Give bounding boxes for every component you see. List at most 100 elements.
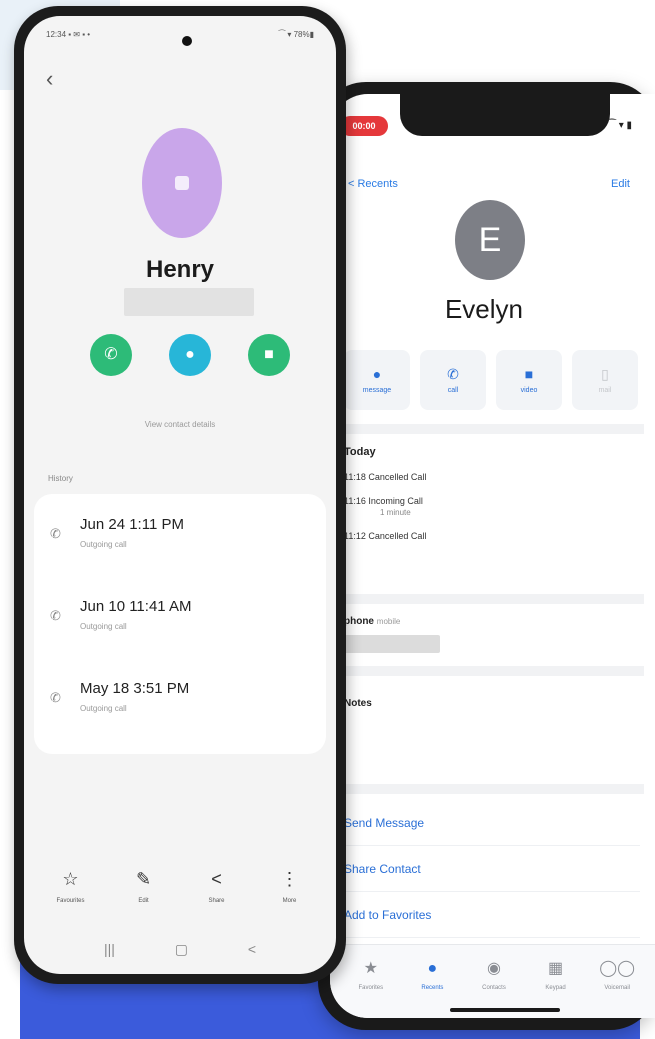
video-button[interactable]: ■ video [496,350,562,410]
avatar-glyph-icon [175,176,189,190]
outgoing-call-icon: ✆ [50,690,61,705]
video-call-button[interactable]: ■ [248,334,290,376]
video-icon: ■ [264,346,274,363]
video-label: video [520,386,538,394]
call-label: call [447,386,459,394]
section-divider [344,594,644,604]
add-to-favorites-link[interactable]: Add to Favorites [344,892,640,938]
send-message-link[interactable]: Send Message [344,800,640,846]
list-item[interactable]: ✆ May 18 3:51 PM Outgoing call [34,668,326,738]
phone-icon: ✆ [104,346,118,363]
share-icon: < [211,869,222,889]
mail-button[interactable]: ▯ mail [572,350,638,410]
android-status-left: 12:34 ▪ ✉ ▪ • [46,30,91,39]
home-icon[interactable]: ▢ [175,941,188,965]
history-row-duration: 1 minute [380,508,411,517]
section-divider [344,424,644,434]
message-button[interactable]: ● [169,334,211,376]
android-screen: 12:34 ▪ ✉ ▪ • ⁀ ▾ 78%▮ ‹ Henry ✆ ● ■ Vie… [24,16,336,974]
quick-actions: ✆ ● ■ [90,334,290,376]
phone-field[interactable]: phone mobile [344,616,640,666]
android-device: 12:34 ▪ ✉ ▪ • ⁀ ▾ 78%▮ ‹ Henry ✆ ● ■ Vie… [14,6,346,984]
action-label: Edit [138,898,149,904]
android-status-right: ⁀ ▾ 78%▮ [278,30,314,39]
message-label: message [362,386,392,394]
home-indicator[interactable] [450,1008,560,1012]
back-to-recents-link[interactable]: < Recents [348,178,398,190]
tab-label: Voicemail [604,985,631,991]
back-arrow-icon[interactable]: ‹ [46,66,53,92]
edit-contact-link[interactable]: Edit [611,178,630,190]
call-date: Jun 10 11:41 AM [80,598,192,615]
more-icon: ⋮ [280,869,299,889]
action-label: More [282,898,297,904]
mail-label: mail [598,386,612,394]
avatar: E [455,200,525,280]
call-type: Outgoing call [80,622,127,631]
iphone-device: 00:00 ⁀ ▾ ▮ < Recents Edit E Evelyn ● me… [318,82,655,1030]
call-date: May 18 3:51 PM [80,680,190,697]
outgoing-call-icon: ✆ [50,608,61,623]
video-icon: ■ [524,365,534,382]
message-icon: ● [372,365,382,382]
history-heading: History [48,474,73,483]
call-date: Jun 24 1:11 PM [80,516,184,533]
tab-label: Contacts [482,985,506,991]
phone-field-label: phone mobile [344,616,640,627]
phone-icon: ✆ [447,365,459,382]
section-divider [344,666,644,676]
history-row: 11:18 Cancelled Call [344,472,427,482]
edit-icon: ✎ [135,869,152,889]
recording-indicator[interactable]: 00:00 [340,116,388,136]
list-item[interactable]: ✆ Jun 24 1:11 PM Outgoing call [34,504,326,574]
notes-label-text: Notes [344,698,372,709]
notes-field[interactable]: Notes [344,698,640,778]
tab-label: Keypad [545,985,566,991]
tab-voicemail[interactable]: ◯◯ Voicemail [592,959,642,1018]
history-heading: Today [344,446,376,458]
call-button[interactable]: ✆ [90,334,132,376]
tab-label: Favorites [358,985,384,991]
call-history-list: ✆ Jun 24 1:11 PM Outgoing call ✆ Jun 10 … [34,494,326,754]
iphone-screen: 00:00 ⁀ ▾ ▮ < Recents Edit E Evelyn ● me… [330,94,655,1018]
star-icon: ★ [363,960,378,977]
section-divider [344,784,644,794]
action-label: Favourites [56,898,85,904]
edit-button[interactable]: ✎ Edit [116,868,172,926]
contact-name: Henry [145,256,215,283]
keypad-icon: ▦ [548,960,564,977]
phone-label-type: mobile [376,617,401,626]
history-row: 11:12 Cancelled Call [344,531,427,541]
contact-name: Evelyn [444,294,524,324]
view-contact-details-link[interactable]: View contact details [24,420,336,429]
contact-actions: ● message ✆ call ■ video ▯ mail [344,350,654,410]
tab-favorites[interactable]: ★ Favorites [346,959,396,1018]
contacts-icon: ◉ [487,960,501,977]
recents-icon: ● [427,960,438,977]
more-button[interactable]: ⋮ More [262,868,318,926]
list-item[interactable]: ✆ Jun 10 11:41 AM Outgoing call [34,586,326,656]
message-button[interactable]: ● message [344,350,410,410]
back-icon[interactable]: < [248,941,256,965]
call-history-section: Today 11:18 Cancelled Call 11:16 Incomin… [344,446,640,596]
redacted-phone-number [124,288,254,316]
call-type: Outgoing call [80,704,127,713]
iphone-notch [400,94,610,136]
bottom-action-bar: ☆ Favourites ✎ Edit < Share ⋮ More [24,868,336,926]
voicemail-icon: ◯◯ [599,960,636,977]
front-camera [182,36,192,46]
recent-apps-icon[interactable]: ||| [104,941,115,965]
tab-label: Recents [421,985,444,991]
history-row: 11:16 Incoming Call [344,496,423,506]
share-contact-link[interactable]: Share Contact [344,846,640,892]
share-button[interactable]: < Share [189,868,245,926]
favourites-button[interactable]: ☆ Favourites [43,868,99,926]
message-icon: ● [185,346,195,363]
call-button[interactable]: ✆ call [420,350,486,410]
system-navigation-bar: ||| ▢ < [24,941,336,965]
mail-icon: ▯ [601,365,609,382]
action-label: Share [208,898,225,904]
avatar [142,128,222,238]
contact-links: Send Message Share Contact Add to Favori… [344,800,640,938]
star-outline-icon: ☆ [62,869,79,889]
